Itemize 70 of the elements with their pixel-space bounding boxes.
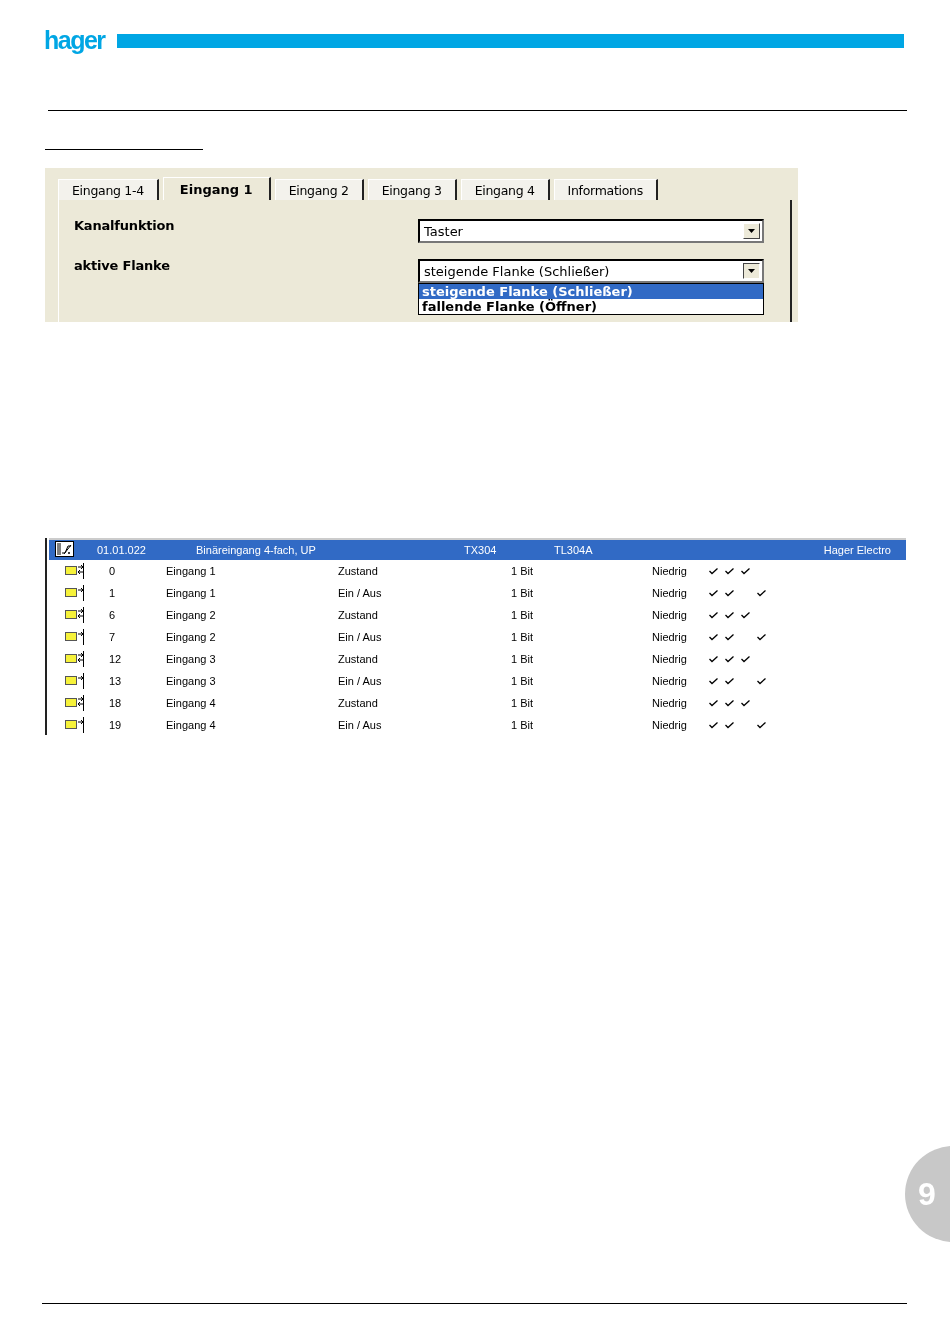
object-length: 1 Bit xyxy=(511,675,534,687)
object-function: Zustand xyxy=(338,697,379,709)
two-way-arrow-icon xyxy=(65,695,84,711)
object-priority: Niedrig xyxy=(652,587,688,599)
object-priority: Niedrig xyxy=(652,565,688,577)
object-function: Zustand xyxy=(338,653,379,665)
object-priority: Niedrig xyxy=(652,697,688,709)
object-length: 1 Bit xyxy=(511,719,534,731)
object-function: Zustand xyxy=(338,565,379,577)
object-priority: Niedrig xyxy=(652,653,688,665)
arrow-icon xyxy=(65,673,84,689)
device-application: TL304A xyxy=(554,544,594,556)
object-name: Eingang 1 xyxy=(166,565,217,577)
arrow-icon xyxy=(65,717,84,733)
brand-logo: hager xyxy=(44,27,105,53)
object-function: Ein / Aus xyxy=(338,675,383,687)
object-number: 13 xyxy=(109,675,123,687)
tab[interactable]: Eingang 1-4 xyxy=(58,179,159,200)
object-length: 1 Bit xyxy=(511,653,534,665)
object-priority: Niedrig xyxy=(652,609,688,621)
tab[interactable]: Eingang 4 xyxy=(460,179,550,200)
object-number: 1 xyxy=(109,587,117,599)
device-manufacturer: Hager Electro xyxy=(823,544,891,556)
object-length: 1 Bit xyxy=(511,697,534,709)
object-name: Eingang 1 xyxy=(166,587,217,599)
object-name: Eingang 3 xyxy=(166,675,217,687)
device-icon xyxy=(55,541,74,557)
object-name: Eingang 4 xyxy=(166,697,217,709)
parameter-label: Kanalfunktion xyxy=(74,218,175,235)
device-row[interactable]: 01.01.022 Binäreingang 4-fach, UP TX304 TL304A Hager Electro xyxy=(49,538,906,560)
dropdown-button[interactable] xyxy=(743,263,760,279)
object-name: Eingang 3 xyxy=(166,653,217,665)
device-address: 01.01.022 xyxy=(97,544,147,556)
object-priority: Niedrig xyxy=(652,675,688,687)
parameter-label: aktive Flanke xyxy=(74,258,170,275)
dropdown-field[interactable]: Taster xyxy=(418,219,764,243)
arrow-icon xyxy=(65,585,84,601)
two-way-arrow-icon xyxy=(65,563,84,579)
tab[interactable]: Eingang 3 xyxy=(367,179,457,200)
object-priority: Niedrig xyxy=(652,631,688,643)
object-number: 18 xyxy=(109,697,123,709)
device-product: TX304 xyxy=(464,544,498,556)
object-number: 6 xyxy=(109,609,117,621)
dropdown-option[interactable]: steigende Flanke (Schließer) xyxy=(419,284,763,299)
caret-icon xyxy=(748,269,755,273)
object-number: 7 xyxy=(109,631,117,643)
object-length: 1 Bit xyxy=(511,565,534,577)
arrow-icon xyxy=(65,629,84,645)
object-function: Zustand xyxy=(338,609,379,621)
object-length: 1 Bit xyxy=(511,631,534,643)
two-way-arrow-icon xyxy=(65,607,84,623)
object-name: Eingang 2 xyxy=(166,631,217,643)
object-number: 12 xyxy=(109,653,123,665)
caret-icon xyxy=(748,229,755,233)
tab[interactable]: Eingang 1 xyxy=(162,177,271,200)
object-function: Ein / Aus xyxy=(338,631,383,643)
object-function: Ein / Aus xyxy=(338,587,383,599)
object-length: 1 Bit xyxy=(511,587,534,599)
object-priority: Niedrig xyxy=(652,719,688,731)
object-length: 1 Bit xyxy=(511,609,534,621)
object-number: 19 xyxy=(109,719,123,731)
dropdown-option[interactable]: fallende Flanke (Öffner) xyxy=(419,299,763,314)
object-function: Ein / Aus xyxy=(338,719,383,731)
object-name: Eingang 4 xyxy=(166,719,217,731)
object-number: 0 xyxy=(109,565,117,577)
device-name: Binäreingang 4-fach, UP xyxy=(196,544,317,556)
tab[interactable]: Informations xyxy=(553,179,658,200)
object-name: Eingang 2 xyxy=(166,609,217,621)
two-way-arrow-icon xyxy=(65,651,84,667)
tab[interactable]: Eingang 2 xyxy=(274,179,364,200)
